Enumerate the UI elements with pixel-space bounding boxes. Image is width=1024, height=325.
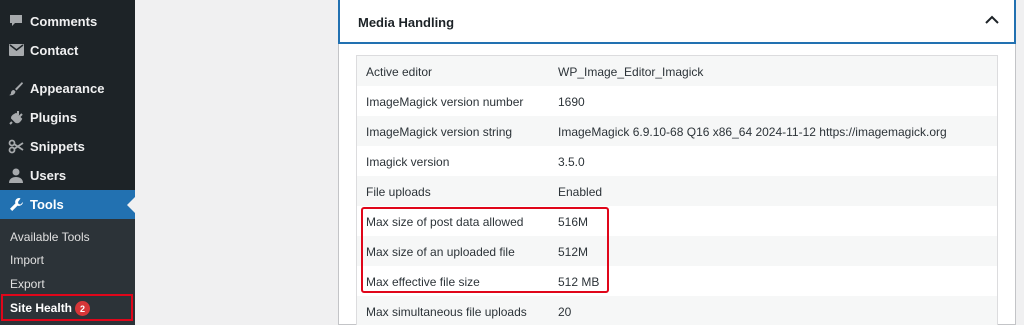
envelope-icon [8,42,24,58]
accordion-header[interactable]: Media Handling [338,0,1016,44]
sidebar-item-label: Snippets [30,139,85,154]
sidebar-item-label: Tools [30,197,64,212]
sidebar-item-tools[interactable]: Tools [0,190,135,219]
submenu-item-import[interactable]: Import [10,253,44,267]
table-row: File uploads Enabled [357,176,997,206]
chevron-up-icon[interactable] [984,12,1000,28]
row-key: Active editor [366,65,433,79]
table-row: Imagick version 3.5.0 [357,146,997,176]
sidebar-item-appearance[interactable]: Appearance [0,74,135,103]
row-value: WP_Image_Editor_Imagick [558,65,704,79]
plug-icon [8,109,24,125]
table-row: Max simultaneous file uploads 20 [357,296,997,325]
comment-icon [8,13,24,29]
file-size-highlight [361,207,609,293]
sidebar-item-users[interactable]: Users [0,161,135,190]
sidebar-item-plugins[interactable]: Plugins [0,103,135,132]
row-value: Enabled [558,185,603,199]
sidebar-item-comments[interactable]: Comments [0,7,135,36]
row-value: 1690 [558,95,585,109]
sidebar-item-snippets[interactable]: Snippets [0,132,135,161]
row-key: ImageMagick version string [366,125,513,139]
table-row: Active editor WP_Image_Editor_Imagick [357,56,997,86]
table-row: ImageMagick version number 1690 [357,86,997,116]
row-value: ImageMagick 6.9.10-68 Q16 x86_64 2024-11… [558,125,947,139]
table-row: ImageMagick version string ImageMagick 6… [357,116,997,146]
scissors-icon [8,138,24,154]
sidebar-item-contact[interactable]: Contact [0,36,135,65]
submenu-item-available-tools[interactable]: Available Tools [10,230,90,244]
admin-sidebar: Comments Contact Appearance Plugins Snip… [0,0,135,325]
wrench-icon [8,196,24,212]
sidebar-item-label: Plugins [30,110,77,125]
row-key: Imagick version [366,155,450,169]
sidebar-item-label: Users [30,168,67,183]
sidebar-item-label: Contact [30,43,79,58]
row-key: Max simultaneous file uploads [366,305,527,319]
active-indicator [127,197,135,213]
site-health-highlight [1,294,133,321]
row-key: File uploads [366,185,431,199]
user-icon [8,167,24,183]
paintbrush-icon [8,80,24,96]
submenu-item-export[interactable]: Export [10,277,45,291]
row-value: 3.5.0 [558,155,585,169]
sidebar-item-label: Appearance [30,81,105,96]
row-key: ImageMagick version number [366,95,524,109]
section-title: Media Handling [358,15,455,30]
sidebar-item-label: Comments [30,14,98,29]
row-value: 20 [558,305,572,319]
